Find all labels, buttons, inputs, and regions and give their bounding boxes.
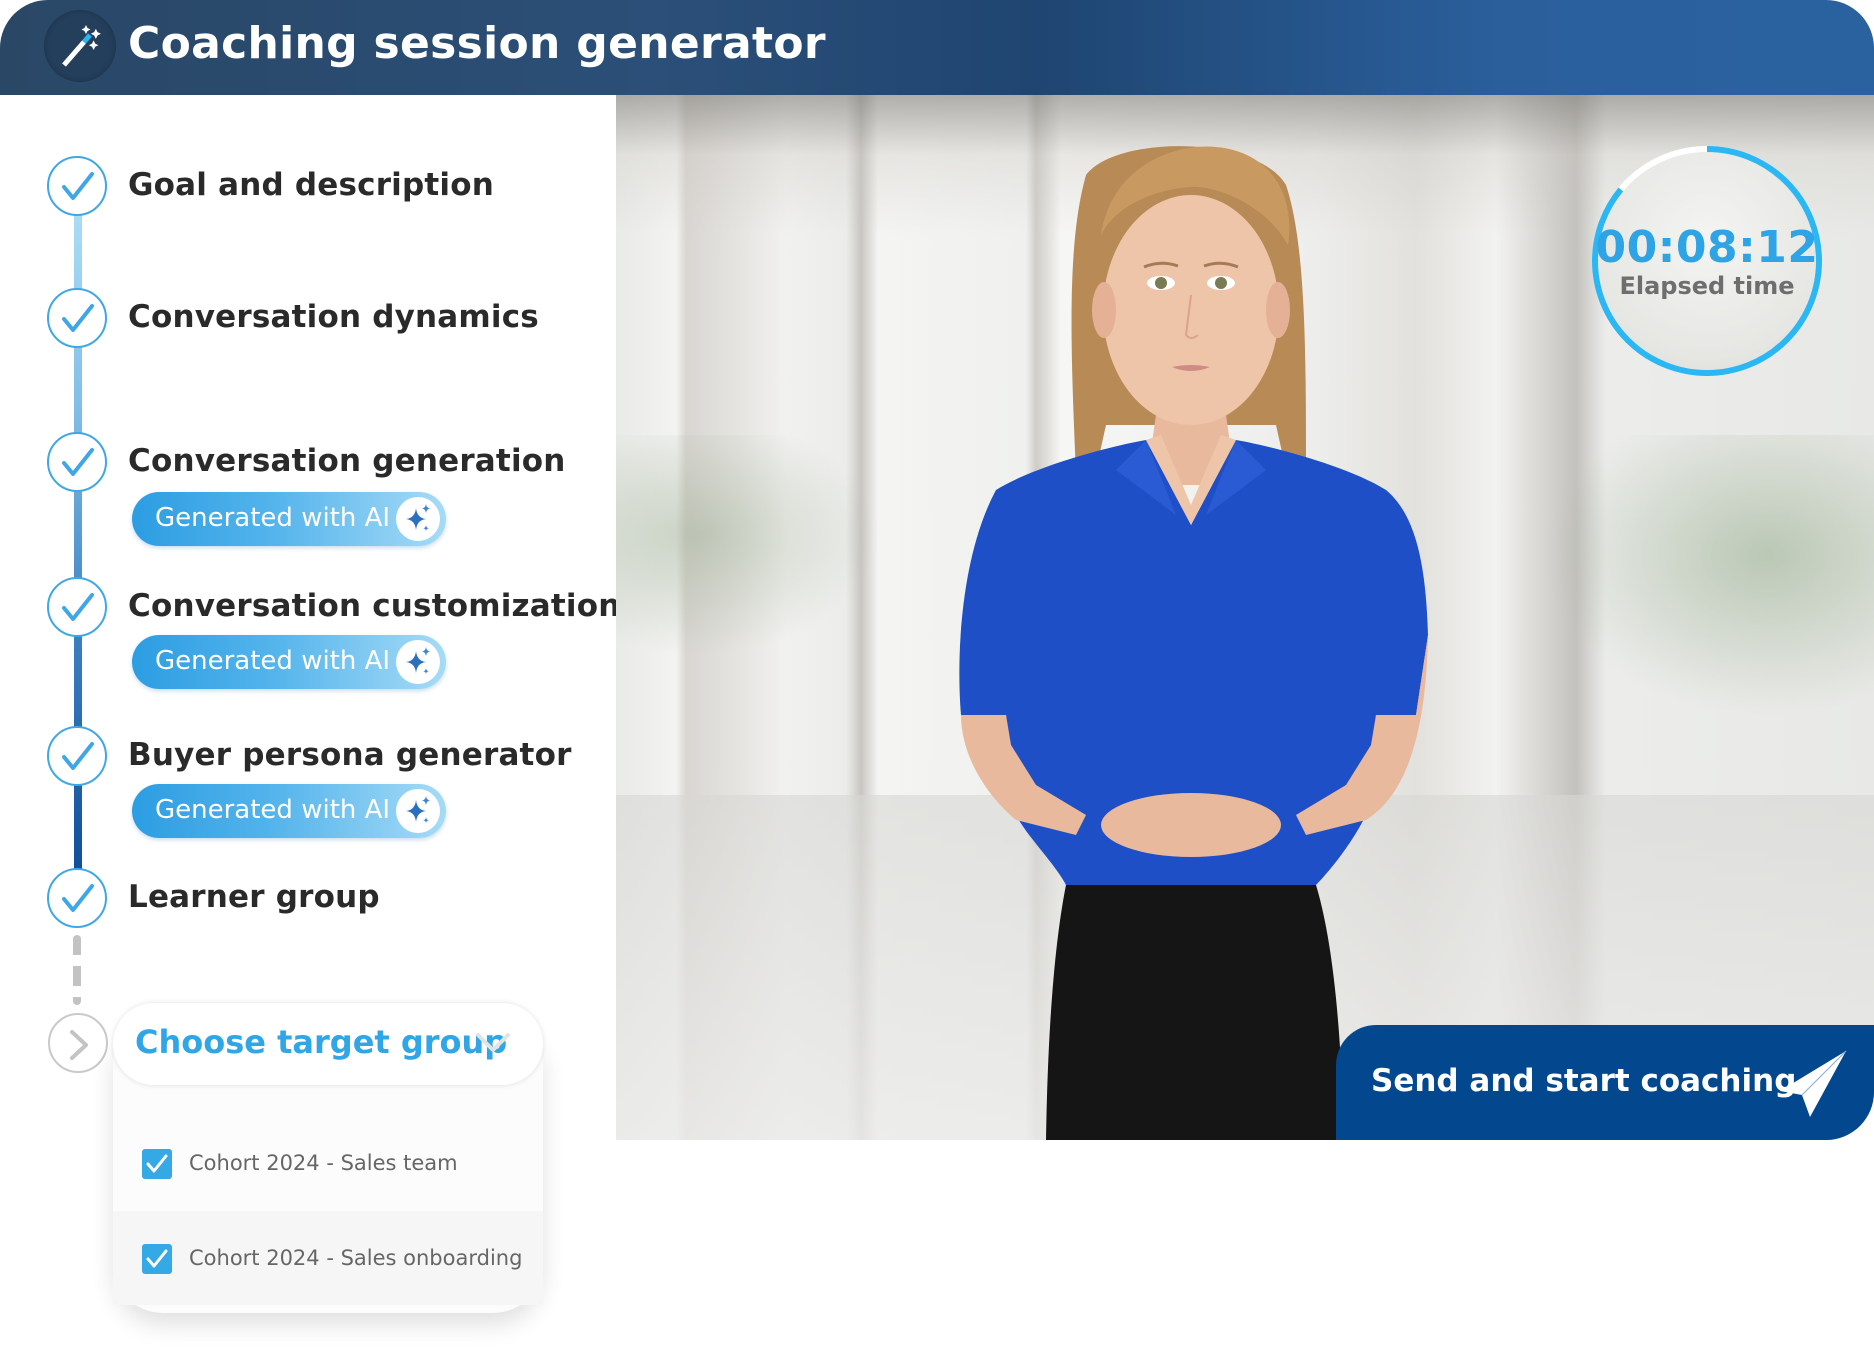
dropdown-placeholder: Choose target group [135,1023,508,1061]
step-goal-and-description[interactable]: Goal and description [128,167,494,203]
checkbox-checked[interactable] [142,1149,172,1179]
option-label: Cohort 2024 - Sales onboarding [189,1246,523,1270]
timer-label: Elapsed time [1619,272,1795,300]
target-group-options: Cohort 2024 - Sales team Cohort 2024 - S… [113,1045,543,1313]
magic-wand-icon [44,10,116,82]
ai-badge-label: Generated with AI [155,503,391,533]
step-learner-group[interactable]: Learner group [128,879,380,915]
sparkle-icon [396,497,440,541]
app-header: Coaching session generator [0,0,1874,95]
step-check-icon [47,726,107,786]
stepper-connector-dashed [73,935,81,1005]
option-label: Cohort 2024 - Sales team [189,1151,458,1175]
paper-plane-icon [1780,1050,1847,1117]
step-check-icon [47,868,107,928]
page-title: Coaching session generator [128,18,826,69]
ai-generated-badge: Generated with AI [132,784,446,838]
checkbox-checked[interactable] [142,1244,172,1274]
send-and-start-coaching-button[interactable]: Send and start coaching [1336,1025,1874,1140]
chevron-right-icon [48,1013,108,1073]
list-item[interactable]: Cohort 2024 - Sales team [113,1117,543,1211]
step-buyer-persona-generator[interactable]: Buyer persona generator [128,737,572,773]
send-button-label: Send and start coaching [1371,1063,1797,1099]
step-check-icon [47,432,107,492]
step-conversation-customization[interactable]: Conversation customization [128,588,621,624]
elapsed-timer: 00:08:12 Elapsed time [1590,144,1824,378]
step-check-icon [47,577,107,637]
ai-badge-label: Generated with AI [155,646,391,676]
target-group-dropdown[interactable]: Choose target group [113,1003,543,1085]
chevron-down-icon [476,1033,510,1052]
timer-value: 00:08:12 [1595,222,1819,273]
ai-badge-label: Generated with AI [155,795,391,825]
step-check-icon [47,156,107,216]
list-item[interactable]: Cohort 2024 - Sales onboarding [113,1211,543,1305]
step-conversation-generation[interactable]: Conversation generation [128,443,566,479]
ai-generated-badge: Generated with AI [132,635,446,689]
sparkle-icon [396,640,440,684]
step-check-icon [47,288,107,348]
stepper-sidebar: Goal and description Conversation dynami… [0,95,620,1349]
ai-generated-badge: Generated with AI [132,492,446,546]
sparkle-icon [396,789,440,833]
step-conversation-dynamics[interactable]: Conversation dynamics [128,299,539,335]
